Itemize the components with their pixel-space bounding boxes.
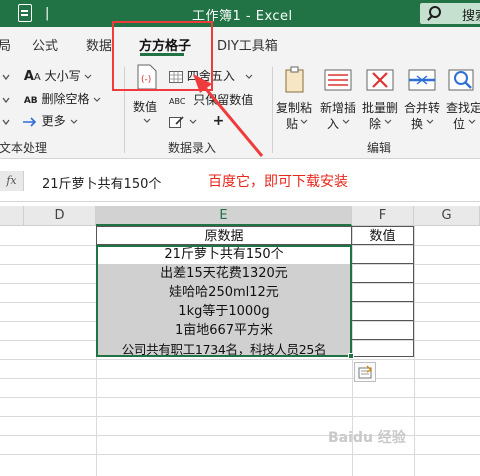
column-header-d[interactable]: D bbox=[24, 206, 96, 226]
header-cell-source[interactable]: 原数据 bbox=[96, 226, 352, 245]
selection-range[interactable] bbox=[96, 245, 352, 357]
column-header-e[interactable]: E bbox=[96, 206, 352, 226]
watermark: Baidu 经验 bbox=[328, 430, 406, 446]
quick-analysis-icon bbox=[358, 365, 373, 379]
quick-analysis-button[interactable] bbox=[354, 362, 376, 382]
fill-handle[interactable] bbox=[348, 353, 354, 359]
header-cell-value[interactable]: 数值 bbox=[351, 226, 414, 245]
column-header-f[interactable]: F bbox=[352, 206, 414, 226]
column-header-g[interactable]: G bbox=[414, 206, 480, 226]
select-all-corner[interactable] bbox=[0, 206, 24, 226]
value-column-cells[interactable] bbox=[351, 245, 414, 357]
annotation-text: 百度它，即可下载安装 bbox=[208, 174, 348, 190]
